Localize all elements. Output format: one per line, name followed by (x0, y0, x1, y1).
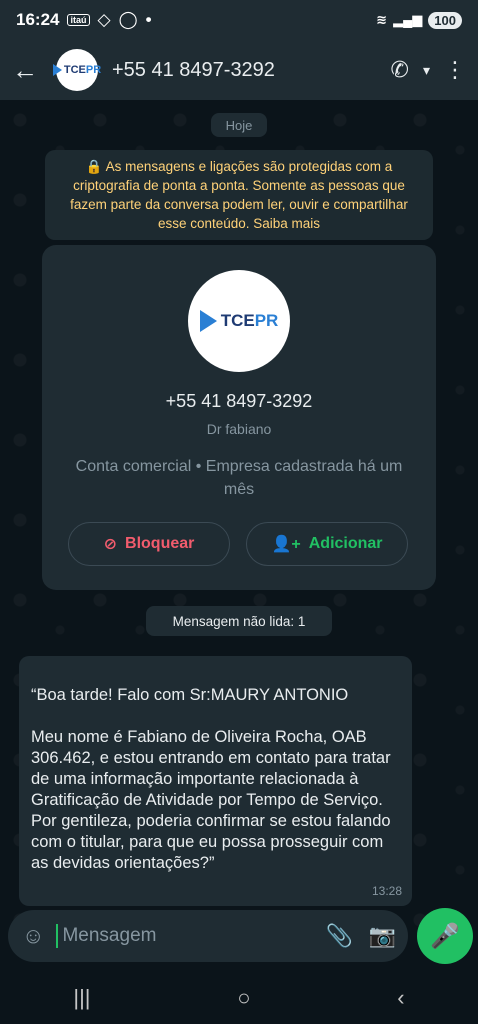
card-phone: +55 41 8497-3292 (165, 391, 313, 411)
system-nav-bar: ||| ○ ‹ (0, 972, 478, 1024)
tce-logo-icon (52, 64, 62, 76)
battery-indicator: 100 (428, 11, 462, 29)
block-button[interactable]: ⊘ Bloquear (68, 522, 230, 566)
wifi-icon: ≋ (376, 12, 388, 27)
avatar-logo-text: TCE (220, 311, 255, 330)
dot-icon: • (145, 10, 152, 29)
call-dropdown-icon[interactable]: ▾ (423, 62, 430, 79)
back-nav-icon[interactable]: ‹ (397, 985, 404, 1011)
tce-logo-icon (199, 310, 217, 332)
status-bar: 16:24 itaú ◇ ◯ • ≋ ▂▄▆ 100 (0, 0, 478, 40)
bank-app-icon: itaú (67, 14, 90, 26)
contact-card-avatar[interactable]: TCE PR (188, 270, 290, 372)
add-label: Adicionar (308, 535, 383, 552)
contact-title[interactable]: +55 41 8497-3292 (112, 59, 391, 82)
whatsapp-icon: ◯ (118, 10, 138, 29)
diamond-icon: ◇ (97, 10, 111, 29)
back-arrow-icon[interactable]: ← (12, 55, 48, 86)
avatar-logo-text: TCEPR (63, 64, 102, 76)
phone-call-icon[interactable]: ✆ (391, 57, 409, 83)
card-info: Conta comercial • Empresa cadastrada há … (75, 458, 403, 498)
avatar-logo-text-pr: PR (254, 311, 279, 330)
sticker-icon[interactable]: ☺ (22, 923, 44, 949)
mic-button[interactable]: 🎤 (417, 908, 473, 964)
signal-icon: ▂▄▆ (393, 12, 423, 27)
date-chip: Hoje (211, 113, 267, 137)
camera-icon[interactable]: 📷 (369, 923, 396, 949)
message-composer: ☺ 📎 📷 (8, 910, 408, 962)
message-time: 13:28 (371, 884, 402, 898)
message-text: “Boa tarde! Falo com Sr:MAURY ANTONIO Me… (31, 686, 391, 872)
unread-messages-chip: Mensagem não lida: 1 (146, 606, 332, 636)
chat-header: ← TCEPR +55 41 8497-3292 ✆ ▾ ⋮ (0, 40, 478, 100)
add-contact-button[interactable]: 👤+ Adicionar (246, 522, 408, 566)
block-icon: ⊘ (103, 536, 118, 553)
card-name: Dr fabiano (206, 421, 272, 437)
contact-card: TCE PR +55 41 8497-3292 Dr fabiano Conta … (42, 245, 436, 590)
recent-apps-icon[interactable]: ||| (73, 985, 90, 1011)
block-label: Bloquear (125, 535, 195, 552)
status-time: 16:24 (16, 10, 60, 29)
encryption-notice[interactable]: 🔒 As mensagens e ligações são protegidas… (45, 150, 433, 240)
more-options-icon[interactable]: ⋮ (444, 57, 466, 83)
home-icon[interactable]: ○ (237, 985, 250, 1011)
message-bubble[interactable]: “Boa tarde! Falo com Sr:MAURY ANTONIO Me… (19, 656, 412, 906)
contact-avatar[interactable]: TCEPR (52, 49, 102, 91)
attach-icon[interactable]: 📎 (325, 923, 352, 949)
add-user-icon: 👤+ (271, 536, 301, 553)
message-input[interactable] (56, 924, 310, 948)
mic-icon: 🎤 (430, 922, 460, 950)
